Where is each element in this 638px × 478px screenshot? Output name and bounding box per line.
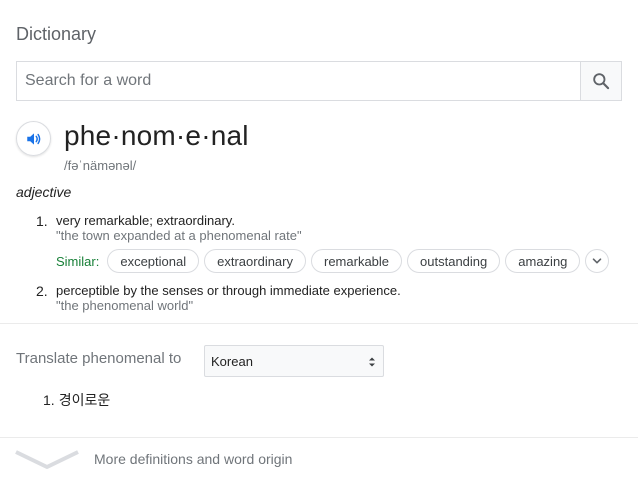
similar-chip[interactable]: amazing [505,249,581,273]
search-button[interactable] [580,62,621,100]
search-box [16,61,622,101]
part-of-speech: adjective [16,184,72,200]
similar-words: Similar: exceptional extraordinary remar… [56,249,610,273]
example: "the town expanded at a phenomenal rate" [56,228,302,243]
definition: perceptible by the senses or through imm… [56,283,401,298]
more-definitions-button[interactable]: More definitions and word origin [0,438,638,478]
pronunciation-button[interactable] [16,121,51,156]
translation-number: 1. [43,392,55,408]
more-definitions-label: More definitions and word origin [94,451,293,467]
sense-number: 1. [36,213,48,229]
more-similar-button[interactable] [585,249,610,273]
similar-chip[interactable]: extraordinary [204,249,306,273]
translation-item: 1. 경이로운 [43,390,110,410]
translation-text: 경이로운 [58,392,111,408]
divider [0,323,638,324]
similar-chip[interactable]: outstanding [407,249,501,273]
selected-language: Korean [211,353,253,369]
similar-label: Similar: [56,253,100,269]
dictionary-card: Dictionary phe·nom·e·nal /fəˈnämənəl/ ad… [0,0,638,478]
similar-chip[interactable]: remarkable [311,249,403,273]
definition: very remarkable; extraordinary. [56,213,235,228]
speaker-icon [26,132,40,145]
phonetic: /fəˈnämənəl/ [64,158,137,173]
translate-label: Translate phenomenal to [16,350,182,367]
select-arrows-icon [369,357,375,367]
sense-number: 2. [36,283,48,299]
card-title: Dictionary [16,24,97,44]
language-select[interactable]: Korean [204,345,384,377]
chevron-down-icon [593,258,602,264]
chevron-down-icon [15,450,79,469]
headword: phe·nom·e·nal [64,120,249,151]
example: "the phenomenal world" [56,298,194,313]
search-input[interactable] [17,62,580,100]
search-icon [593,73,610,90]
similar-chip[interactable]: exceptional [107,249,200,273]
